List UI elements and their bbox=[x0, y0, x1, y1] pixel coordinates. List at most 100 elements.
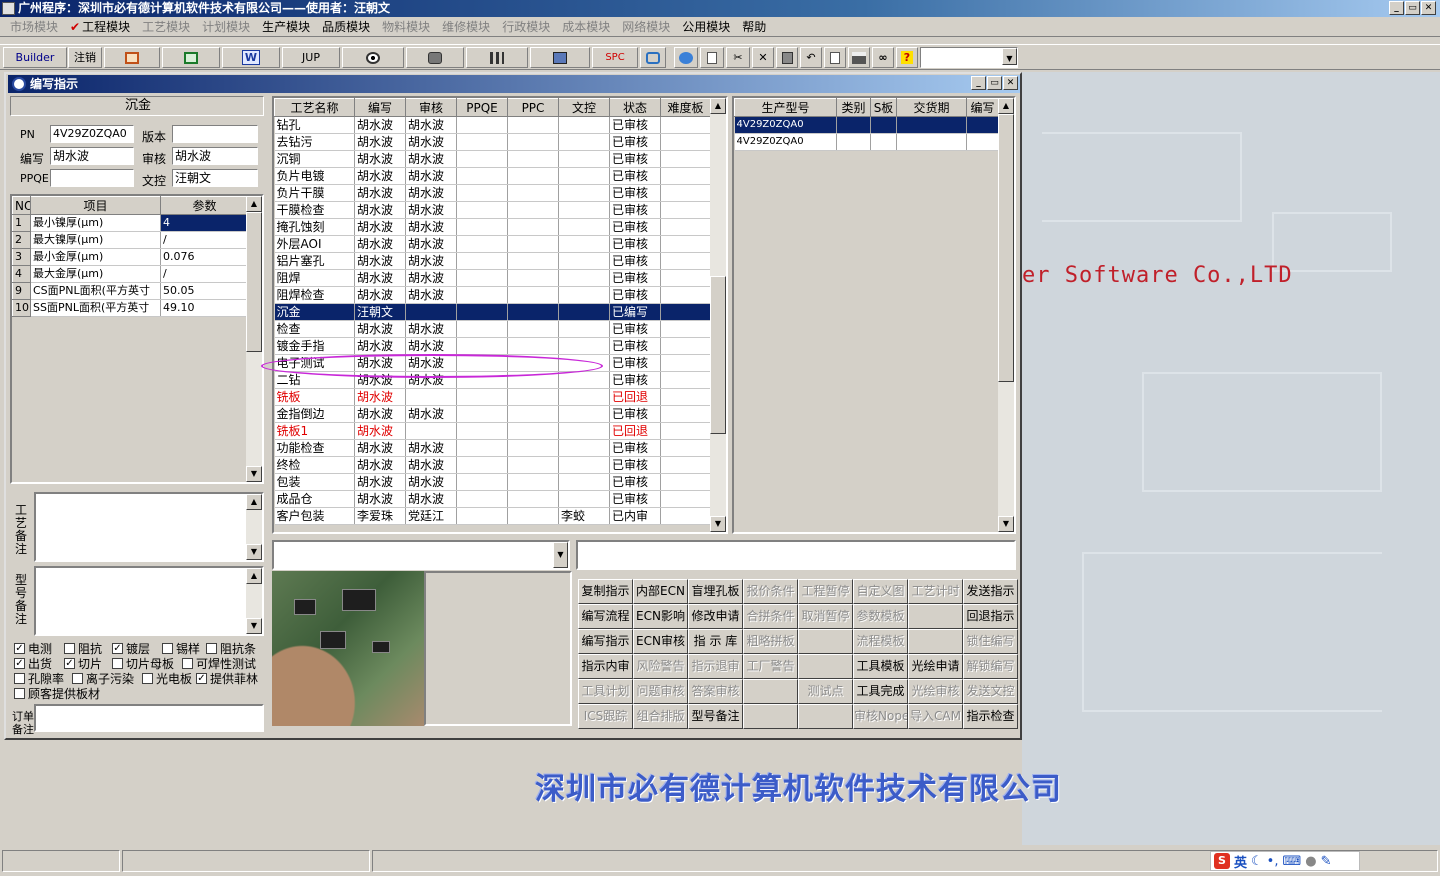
action-button[interactable]: 编写指示 bbox=[578, 629, 633, 654]
table-cell[interactable] bbox=[660, 371, 711, 389]
checkbox-empty-icon[interactable] bbox=[206, 643, 217, 654]
table-cell[interactable] bbox=[456, 218, 508, 236]
table-row[interactable]: 钻孔 胡水波 胡水波 已审核 bbox=[274, 116, 711, 134]
table-row[interactable]: 沉铜 胡水波 胡水波 已审核 bbox=[274, 150, 711, 168]
table-cell[interactable] bbox=[558, 320, 610, 338]
table-cell[interactable] bbox=[558, 252, 610, 270]
table-cell[interactable]: 50.05 bbox=[160, 282, 249, 300]
table-cell[interactable]: 胡水波 bbox=[354, 456, 406, 474]
process-scrollbar[interactable]: ▲ ▼ bbox=[710, 98, 726, 532]
table-cell[interactable] bbox=[507, 422, 559, 440]
table-row[interactable]: 1 最小镍厚(μm) 4 bbox=[12, 214, 249, 232]
model-scrollbar[interactable]: ▲ ▼ bbox=[998, 98, 1014, 532]
table-cell[interactable]: 已回退 bbox=[609, 388, 661, 406]
table-cell[interactable] bbox=[660, 405, 711, 423]
checkbox-checked-icon[interactable]: ✓ bbox=[14, 658, 25, 669]
table-cell[interactable] bbox=[507, 439, 559, 457]
version-field[interactable] bbox=[172, 125, 258, 143]
column-header[interactable]: 编写 bbox=[354, 98, 406, 117]
table-cell[interactable]: 已审核 bbox=[609, 133, 661, 151]
table-cell[interactable]: 胡水波 bbox=[354, 235, 406, 253]
table-cell[interactable]: 李爱珠 bbox=[354, 507, 406, 525]
table-cell[interactable]: 已编写 bbox=[609, 303, 661, 321]
table-cell[interactable] bbox=[896, 116, 967, 134]
table-cell[interactable]: 已审核 bbox=[609, 439, 661, 457]
table-cell[interactable]: 负片干膜 bbox=[274, 184, 355, 202]
table-cell[interactable]: 胡水波 bbox=[405, 439, 457, 457]
table-cell[interactable] bbox=[966, 133, 999, 151]
table-cell[interactable] bbox=[456, 286, 508, 304]
table-cell[interactable]: 党廷江 bbox=[405, 507, 457, 525]
table-cell[interactable] bbox=[558, 269, 610, 287]
table-cell[interactable]: 胡水波 bbox=[405, 201, 457, 219]
internet-button[interactable] bbox=[674, 47, 698, 68]
column-header[interactable]: 审核 bbox=[405, 98, 457, 117]
table-cell[interactable]: 最大金厚(μm) bbox=[30, 265, 161, 283]
table-cell[interactable]: 外层AOI bbox=[274, 235, 355, 253]
table-cell[interactable]: 铣板1 bbox=[274, 422, 355, 440]
table-cell[interactable] bbox=[456, 133, 508, 151]
table-cell[interactable] bbox=[456, 184, 508, 202]
checkbox-empty-icon[interactable] bbox=[14, 673, 25, 684]
user-icon[interactable]: ● bbox=[1305, 854, 1316, 869]
scroll-down-icon[interactable]: ▼ bbox=[246, 544, 262, 560]
column-header[interactable]: 状态 bbox=[609, 98, 661, 117]
table-cell[interactable] bbox=[836, 116, 871, 134]
table-cell[interactable]: 胡水波 bbox=[405, 184, 457, 202]
table-cell[interactable]: 胡水波 bbox=[405, 405, 457, 423]
table-cell[interactable]: 已审核 bbox=[609, 252, 661, 270]
action-button[interactable]: 光绘申请 bbox=[908, 654, 963, 679]
table-cell[interactable] bbox=[660, 150, 711, 168]
action-button[interactable]: 发送指示 bbox=[963, 579, 1018, 604]
instruction-text-field[interactable] bbox=[576, 540, 1016, 570]
params-scrollbar[interactable]: ▲ ▼ bbox=[246, 196, 262, 482]
scroll-down-icon[interactable]: ▼ bbox=[246, 466, 262, 482]
spc-button[interactable]: SPC bbox=[592, 47, 638, 68]
action-button[interactable]: 指示检查 bbox=[963, 704, 1018, 729]
checkbox-empty-icon[interactable] bbox=[182, 658, 193, 669]
table-cell[interactable]: 已审核 bbox=[609, 235, 661, 253]
wrench-icon[interactable]: ✎ bbox=[1321, 854, 1332, 869]
table-cell[interactable]: 最大镍厚(μm) bbox=[30, 231, 161, 249]
table-cell[interactable]: 胡水波 bbox=[354, 439, 406, 457]
table-cell[interactable] bbox=[507, 286, 559, 304]
action-button[interactable]: 编写流程 bbox=[578, 604, 633, 629]
column-header[interactable]: 难度板 bbox=[660, 98, 711, 117]
table-cell[interactable]: 已审核 bbox=[609, 405, 661, 423]
excel-button[interactable] bbox=[162, 47, 220, 68]
table-cell[interactable] bbox=[660, 235, 711, 253]
table-cell[interactable]: 胡水波 bbox=[354, 116, 406, 134]
table-cell[interactable]: 掩孔蚀刻 bbox=[274, 218, 355, 236]
table-cell[interactable] bbox=[660, 422, 711, 440]
checkbox-checked-icon[interactable]: ✓ bbox=[64, 658, 75, 669]
table-cell[interactable]: 已审核 bbox=[609, 320, 661, 338]
table-cell[interactable] bbox=[405, 422, 457, 440]
table-row[interactable]: 4V29Z0ZQA0 bbox=[734, 133, 1014, 151]
table-row[interactable]: 铣板1 胡水波 已回退 bbox=[274, 422, 711, 440]
scroll-thumb[interactable] bbox=[998, 114, 1014, 382]
table-cell[interactable]: 胡水波 bbox=[405, 167, 457, 185]
table-cell[interactable] bbox=[660, 269, 711, 287]
column-header[interactable]: 参数 bbox=[160, 196, 249, 215]
table-cell[interactable]: 胡水波 bbox=[354, 490, 406, 508]
table-cell[interactable]: 负片电镀 bbox=[274, 167, 355, 185]
table-cell[interactable]: 已审核 bbox=[609, 269, 661, 287]
table-cell[interactable]: 胡水波 bbox=[354, 422, 406, 440]
table-cell[interactable]: 铝片塞孔 bbox=[274, 252, 355, 270]
table-cell[interactable]: 已内审 bbox=[609, 507, 661, 525]
table-cell[interactable] bbox=[456, 388, 508, 406]
table-cell[interactable]: 胡水波 bbox=[354, 286, 406, 304]
action-button[interactable]: 指示内审 bbox=[578, 654, 633, 679]
scroll-down-icon[interactable]: ▼ bbox=[246, 618, 262, 634]
table-row[interactable]: 镀金手指 胡水波 胡水波 已审核 bbox=[274, 337, 711, 355]
checkbox-empty-icon[interactable] bbox=[142, 673, 153, 684]
table-cell[interactable]: 金指倒边 bbox=[274, 405, 355, 423]
table-cell[interactable] bbox=[507, 320, 559, 338]
table-cell[interactable] bbox=[507, 303, 559, 321]
table-cell[interactable]: 最小金厚(μm) bbox=[30, 248, 161, 266]
table-cell[interactable] bbox=[660, 388, 711, 406]
checkbox-empty-icon[interactable] bbox=[72, 673, 83, 684]
table-cell[interactable]: / bbox=[160, 231, 249, 249]
table-row[interactable]: 功能检查 胡水波 胡水波 已审核 bbox=[274, 439, 711, 457]
table-cell[interactable] bbox=[660, 473, 711, 491]
